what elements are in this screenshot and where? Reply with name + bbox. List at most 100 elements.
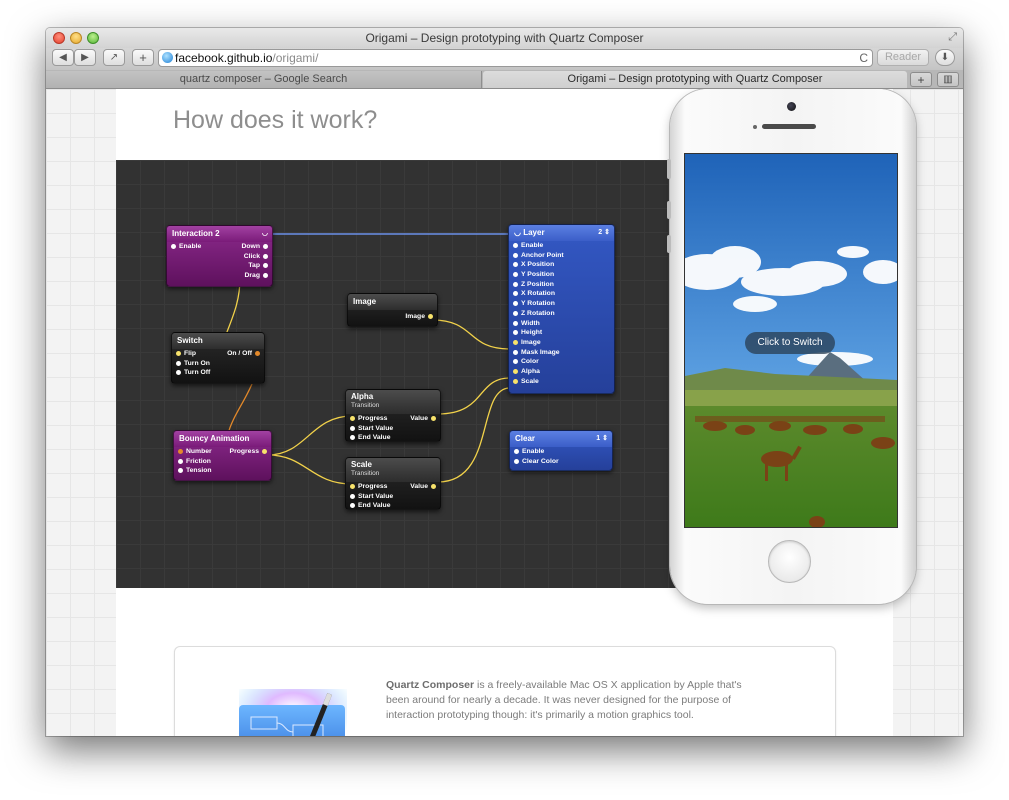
node-interaction-toggle-icon[interactable]: ◡ [262, 226, 268, 242]
input-port[interactable] [513, 378, 518, 384]
new-tab-button[interactable]: + [910, 72, 932, 87]
back-button[interactable]: ◀ [52, 49, 74, 66]
node-alpha-title: Alpha [351, 392, 374, 401]
input-port[interactable] [514, 449, 519, 454]
input-port[interactable] [513, 281, 518, 287]
port-label: Value [410, 415, 428, 422]
port-row: End Value [346, 501, 440, 509]
port-row: Start Value [346, 424, 440, 434]
click-to-switch-button[interactable]: Click to Switch [745, 332, 835, 354]
input-port[interactable] [513, 330, 518, 336]
tab-google-search[interactable]: quartz composer – Google Search [46, 71, 482, 88]
url-host: facebook.github.io [175, 51, 273, 65]
share-button[interactable]: ↗ [103, 49, 125, 66]
input-port[interactable] [350, 425, 355, 431]
fullscreen-icon[interactable]: ⤢ [948, 31, 957, 44]
port-row: Image [509, 338, 614, 348]
port-label: Alpha [521, 367, 540, 375]
node-clear[interactable]: Clear 1 ⇕ Enable Clear Color [509, 430, 613, 471]
input-port[interactable] [350, 435, 355, 441]
info-paragraph: Quartz Composer is a freely-available Ma… [386, 678, 766, 723]
port-label: Flip [184, 350, 197, 357]
reader-button[interactable]: Reader [877, 49, 929, 66]
output-port[interactable] [431, 416, 436, 421]
input-port[interactable] [513, 262, 518, 268]
input-port[interactable] [513, 243, 518, 248]
port-label: Clear Color [522, 457, 559, 465]
node-bouncy-animation[interactable]: Bouncy Animation Number Progress Friction… [173, 430, 272, 481]
input-port[interactable] [513, 359, 518, 365]
input-port[interactable] [176, 360, 181, 366]
input-port[interactable] [513, 301, 518, 307]
node-switch[interactable]: Switch Flip On / Off Turn On Turn Off [171, 332, 265, 384]
phone-screen[interactable]: Click to Switch [684, 153, 898, 528]
input-port[interactable] [513, 339, 518, 345]
port-row: Drag [167, 271, 272, 281]
port-row: Scale [509, 377, 614, 387]
node-clear-title: Clear [515, 434, 536, 443]
output-port[interactable] [263, 244, 268, 249]
port-label: Z Position [521, 280, 554, 288]
output-port[interactable] [431, 484, 436, 489]
port-label: Progress [229, 448, 259, 455]
volume-down-button [667, 235, 671, 253]
node-scale-subtitle: Transition [351, 470, 380, 477]
input-port[interactable] [350, 484, 355, 489]
wire-bouncy-scale [267, 454, 353, 485]
port-row: Enable [510, 447, 612, 457]
input-port[interactable] [178, 449, 183, 454]
node-image[interactable]: Image Image [347, 293, 438, 327]
port-row: Tap [167, 261, 272, 271]
page-heading: How does it work? [173, 106, 378, 134]
home-button[interactable] [768, 540, 811, 583]
input-port[interactable] [513, 252, 518, 258]
layer-toggle-icon[interactable]: ◡ [514, 228, 521, 237]
input-port[interactable] [176, 351, 181, 356]
input-port[interactable] [171, 244, 176, 249]
forward-icon: ▶ [81, 52, 89, 63]
node-image-header: Image [348, 294, 437, 310]
input-port[interactable] [350, 416, 355, 421]
output-port[interactable] [262, 449, 267, 454]
output-port[interactable] [263, 253, 268, 259]
tab-list-icon[interactable]: ▥ [937, 72, 959, 87]
output-port[interactable] [428, 314, 433, 319]
input-port[interactable] [178, 458, 183, 464]
wire-bouncy-alpha [267, 415, 353, 456]
node-bouncy-header: Bouncy Animation [174, 431, 271, 447]
port-label: Value [410, 483, 428, 490]
input-port[interactable] [513, 291, 518, 297]
input-port[interactable] [513, 310, 518, 316]
output-port[interactable] [255, 351, 260, 356]
mute-switch [667, 159, 671, 179]
port-row: Enable Down [167, 242, 272, 252]
address-bar[interactable]: facebook.github.io/origami/ C [158, 49, 873, 67]
input-port[interactable] [513, 272, 518, 278]
node-interaction[interactable]: Interaction 2 ◡ Enable Down Click Tap Dra… [166, 225, 273, 287]
input-port[interactable] [176, 370, 181, 376]
downloads-button[interactable]: ⬇ [935, 49, 955, 66]
port-label: Friction [186, 457, 211, 465]
node-layer[interactable]: ◡ Layer 2 ⇕ Enable Anchor Point X Positi… [508, 224, 615, 394]
node-scale-title: Scale [351, 460, 372, 469]
input-port[interactable] [350, 493, 355, 499]
input-port[interactable] [513, 320, 518, 326]
output-port[interactable] [263, 263, 268, 269]
input-port[interactable] [513, 368, 518, 374]
port-label: Progress [358, 415, 388, 422]
output-port[interactable] [263, 273, 268, 279]
reload-icon[interactable]: C [859, 50, 868, 66]
wire-image-layer [431, 319, 511, 350]
input-port[interactable] [350, 503, 355, 509]
input-port[interactable] [513, 349, 518, 355]
tab-origami[interactable]: Origami – Design prototyping with Quartz… [483, 71, 907, 88]
add-bookmark-button[interactable]: + [132, 49, 154, 66]
port-label: Mask Image [521, 348, 560, 356]
node-scale[interactable]: Scale Transition Progress Value Start Valu… [345, 457, 441, 510]
clear-index-stepper[interactable]: 1 ⇕ [596, 431, 608, 447]
node-alpha[interactable]: Alpha Transition Progress Value Start Valu… [345, 389, 441, 442]
forward-button[interactable]: ▶ [74, 49, 96, 66]
input-port[interactable] [178, 468, 183, 474]
layer-index-stepper[interactable]: 2 ⇕ [598, 225, 610, 241]
input-port[interactable] [514, 458, 519, 464]
